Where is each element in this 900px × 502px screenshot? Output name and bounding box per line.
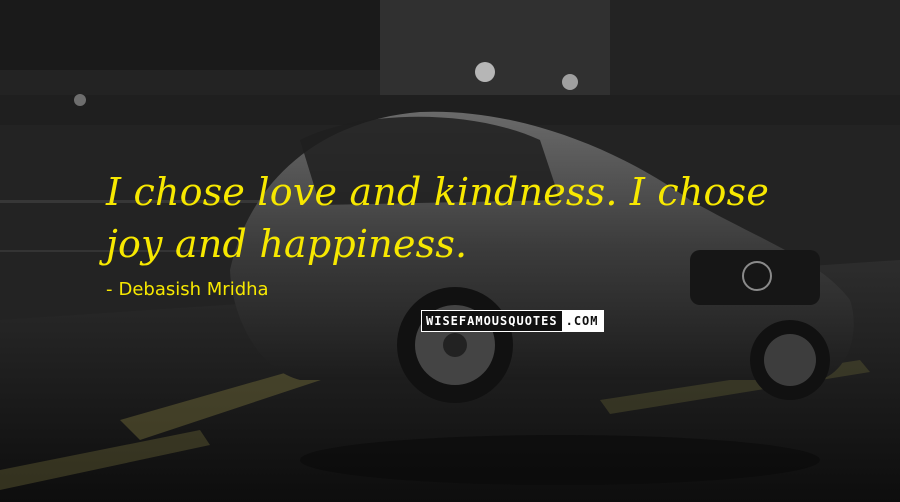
quote-text: I chose love and kindness. I chose joy a… [106,170,770,266]
quote-image: I chose love and kindness. I chose joy a… [0,0,900,502]
watermark-logo: WISEFAMOUSQUOTES .COM [421,310,604,332]
author-dash: - [106,279,113,300]
author-line: - Debasish Mridha [106,279,269,300]
watermark-suffix: .COM [561,311,603,331]
author-name: Debasish Mridha [118,279,269,300]
watermark-main: WISEFAMOUSQUOTES [422,311,562,331]
